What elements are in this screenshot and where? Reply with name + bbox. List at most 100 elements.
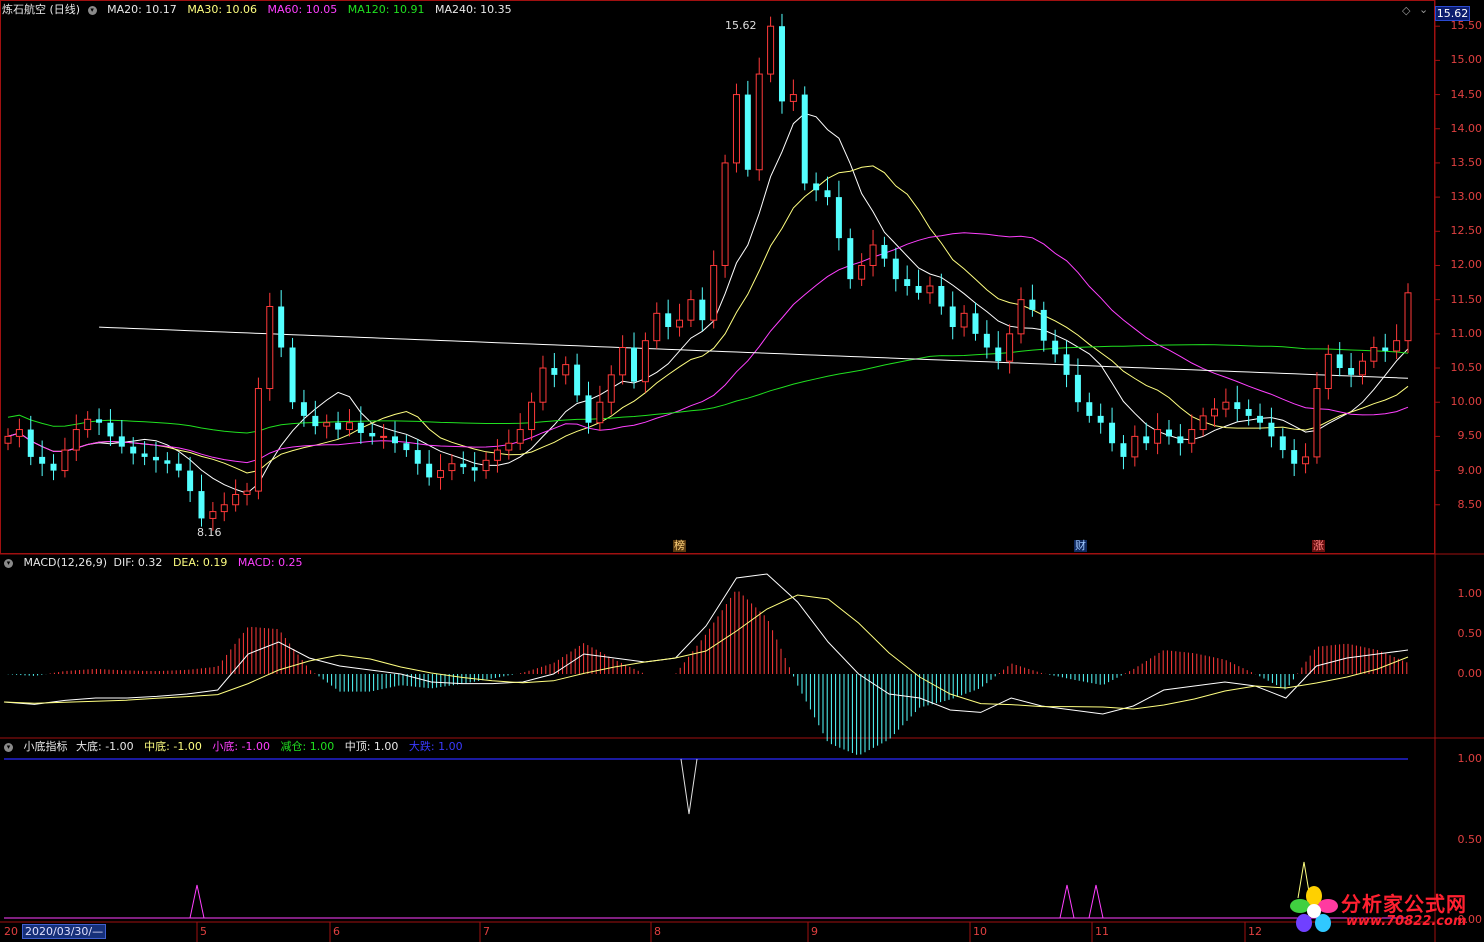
da-di-label: 大底: -1.00 xyxy=(76,740,134,753)
candle-body xyxy=(516,429,524,444)
chevron-down-icon[interactable]: ▾ xyxy=(4,742,13,752)
candle-body xyxy=(130,446,137,454)
candle-body xyxy=(1177,436,1184,444)
ma20-label: MA20: 10.17 xyxy=(107,3,177,16)
candle-body xyxy=(1052,340,1059,355)
candle-body xyxy=(414,450,421,464)
candle-body xyxy=(107,422,114,437)
candle-body xyxy=(1257,415,1264,423)
event-mark-cai[interactable]: 财 xyxy=(1074,540,1087,552)
candle-body xyxy=(699,299,706,321)
price-tick-label: 13.00 xyxy=(1450,190,1483,204)
candle-body xyxy=(1291,450,1298,464)
price-tick-label: 13.50 xyxy=(1450,155,1483,169)
candle-body xyxy=(1143,436,1150,444)
candle-body xyxy=(1199,415,1207,431)
event-mark-bang[interactable]: 榜 xyxy=(673,540,686,552)
candle-body xyxy=(357,422,364,433)
candle-body xyxy=(198,491,205,519)
candle-body xyxy=(15,429,23,437)
event-mark-zhang[interactable]: 涨 xyxy=(1312,540,1325,552)
candle-body xyxy=(562,364,570,376)
stock-name[interactable]: 炼石航空 (日线) xyxy=(2,3,80,16)
candle-body xyxy=(778,26,785,102)
candle-body xyxy=(220,504,228,513)
candle-body xyxy=(312,415,319,427)
candle-body xyxy=(926,285,934,294)
ma120-label: MA120: 10.91 xyxy=(347,3,425,16)
bottom-tick-label: 1.00 xyxy=(1457,752,1483,765)
dea-line xyxy=(3,594,1409,710)
candle-body xyxy=(232,494,240,506)
candle-body xyxy=(187,470,194,492)
price-tick-label: 11.50 xyxy=(1450,292,1483,306)
candle-body xyxy=(278,306,285,348)
candle-body xyxy=(585,395,592,423)
macd-tick-label: 1.00 xyxy=(1457,587,1483,600)
xiao-di-spike xyxy=(1059,884,1075,919)
candle-body xyxy=(710,264,718,321)
candle-body xyxy=(653,312,661,342)
candle-body xyxy=(152,456,159,461)
candle-body xyxy=(835,197,842,239)
candle-body xyxy=(1245,409,1252,416)
candle-body xyxy=(869,244,877,266)
candle-body xyxy=(528,401,536,431)
candle-body xyxy=(904,279,911,286)
zhong-ding-label: 中顶: 1.00 xyxy=(344,740,399,753)
candle-body xyxy=(27,429,34,457)
da-die-label: 大跌: 1.00 xyxy=(408,740,463,753)
candle-body xyxy=(596,401,604,424)
chevron-down-icon[interactable]: ▾ xyxy=(4,558,13,568)
candle-body xyxy=(505,442,513,451)
x-axis-month-label: 6 xyxy=(333,925,340,938)
candle-body xyxy=(391,436,398,444)
x-axis-ticks xyxy=(196,922,1246,942)
candle-body xyxy=(574,364,581,396)
candle-body xyxy=(732,94,740,164)
watermark-url: www.70822.com xyxy=(1346,914,1467,929)
price-tick-label: 15.00 xyxy=(1450,53,1483,67)
ma20-line xyxy=(7,112,1409,494)
candle-body xyxy=(847,238,854,280)
candle-body xyxy=(4,435,12,444)
candle-body xyxy=(767,25,775,75)
ma240-label: MA240: 10.35 xyxy=(434,3,512,16)
candle-body xyxy=(676,319,684,328)
candle-body xyxy=(551,368,558,375)
diamond-icon[interactable]: ◇ xyxy=(1402,4,1410,17)
candle-body xyxy=(471,467,478,471)
dif-line xyxy=(3,573,1409,715)
ma60-line xyxy=(7,232,1409,464)
dea-label: DEA: 0.19 xyxy=(172,556,228,569)
bottom-indicator-lines xyxy=(4,758,1408,919)
chevron-down-icon[interactable]: ▾ xyxy=(87,5,97,15)
candle-body xyxy=(1188,429,1196,444)
candle-body xyxy=(1017,299,1025,335)
candle-body xyxy=(323,422,331,427)
candle-body xyxy=(721,162,729,266)
candle-body xyxy=(938,285,945,307)
candle-body xyxy=(243,490,251,496)
chevron-down-icon-right[interactable]: ⌄ xyxy=(1419,3,1428,16)
candle-body xyxy=(755,73,763,171)
kline-chart[interactable] xyxy=(0,0,1484,942)
candle-body xyxy=(403,443,410,451)
indicator-name[interactable]: 小底指标 xyxy=(24,740,68,753)
flower-icon xyxy=(1290,886,1338,932)
candle-body xyxy=(1086,402,1093,416)
price-tick-label: 14.00 xyxy=(1450,121,1483,135)
macd-tick-label: 0.50 xyxy=(1457,627,1483,640)
zhong-di-label: 中底: -1.00 xyxy=(144,740,202,753)
candle-body xyxy=(983,333,990,348)
candle-body xyxy=(949,306,956,328)
x-axis-month-label: 8 xyxy=(654,925,661,938)
x-axis-month-label: 7 xyxy=(483,925,490,938)
candle-body xyxy=(1313,388,1321,458)
macd-name[interactable]: MACD(12,26,9) xyxy=(24,556,108,569)
candle-body xyxy=(118,436,125,447)
macd-header: ▾ MACD(12,26,9) DIF: 0.32 DEA: 0.19 MACD… xyxy=(4,556,310,570)
candle-body xyxy=(995,347,1002,362)
price-panel-frame xyxy=(0,0,1435,554)
xiao-di-spike xyxy=(1088,884,1104,919)
